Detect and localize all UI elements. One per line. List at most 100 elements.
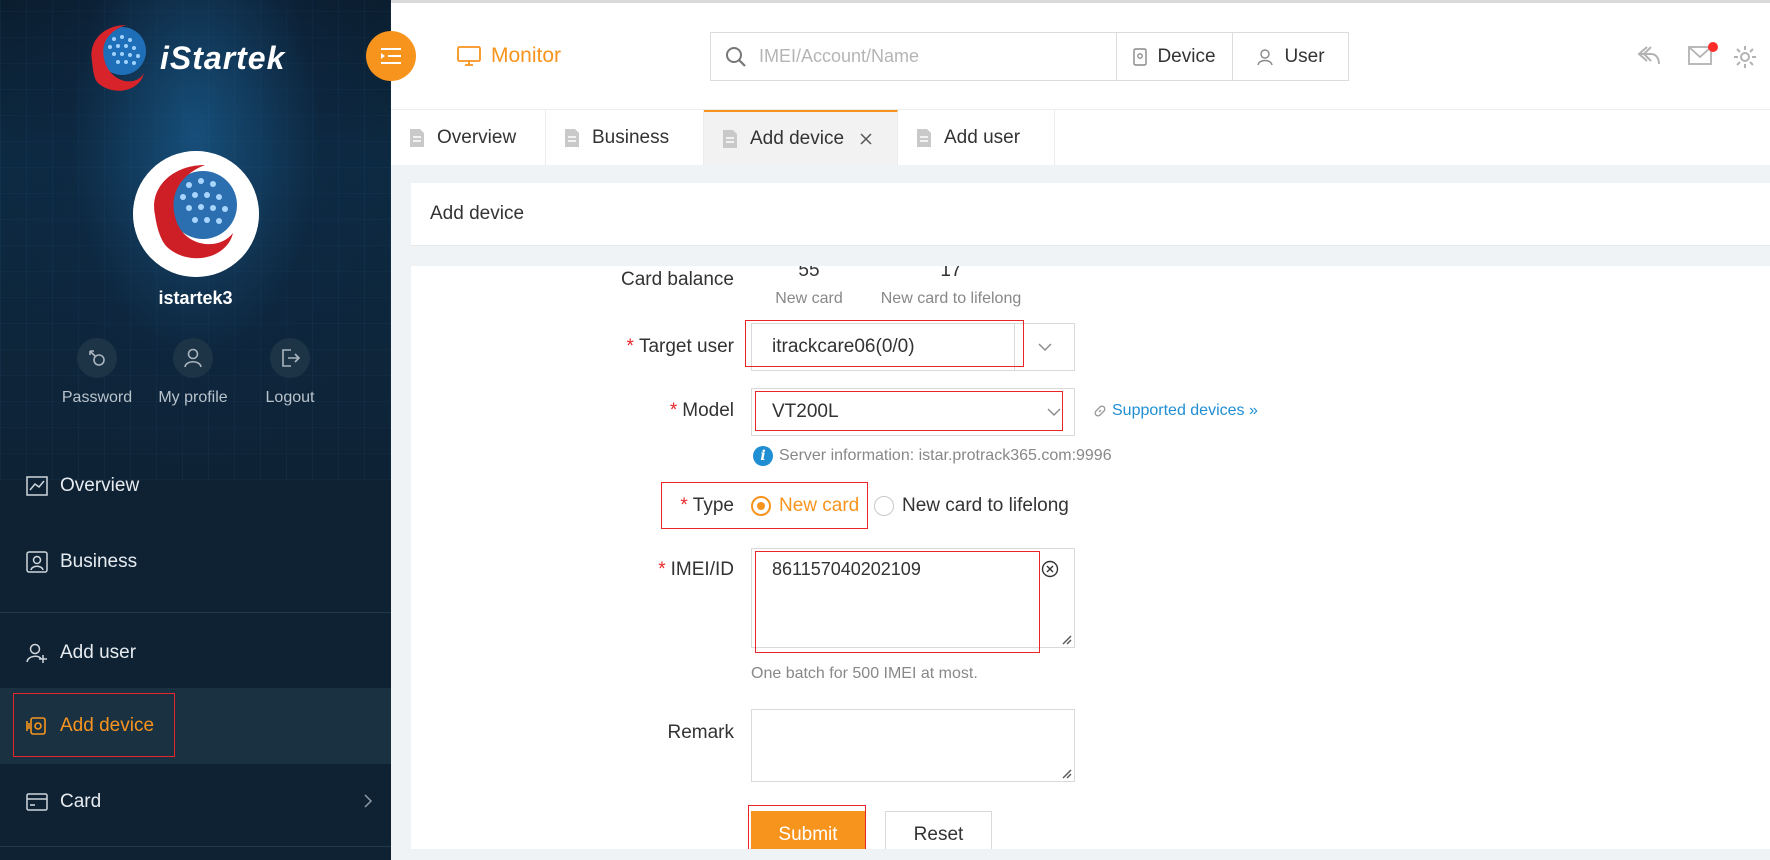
monitor-label: Monitor bbox=[491, 44, 562, 67]
logout-icon bbox=[270, 338, 310, 378]
supported-devices-link[interactable]: Supported devices » bbox=[1093, 402, 1258, 420]
mail-button[interactable] bbox=[1688, 42, 1718, 66]
nav-divider bbox=[0, 846, 391, 847]
chevron-right-icon bbox=[363, 792, 373, 813]
my-profile-label: My profile bbox=[158, 389, 228, 406]
sidebar-item-label: Overview bbox=[60, 475, 140, 496]
brand-name: iStartek bbox=[160, 39, 286, 76]
add-user-icon bbox=[26, 642, 48, 664]
tab-label: Add user bbox=[944, 127, 1021, 148]
search-input[interactable] bbox=[759, 46, 1099, 67]
remark-textarea[interactable] bbox=[751, 709, 1075, 782]
menu-icon bbox=[381, 48, 401, 64]
search-icon bbox=[726, 46, 746, 67]
monitor-link[interactable]: Monitor bbox=[457, 44, 561, 68]
tab-label: Business bbox=[592, 127, 670, 148]
type-radio-lifelong[interactable]: New card to lifelong bbox=[874, 495, 1069, 517]
balance-value: 55 bbox=[798, 266, 820, 281]
panel-title: Add device bbox=[411, 183, 1770, 246]
balance-new-card: 55 New card bbox=[754, 266, 864, 308]
business-icon bbox=[26, 551, 48, 573]
profile-icon bbox=[173, 338, 213, 378]
radio-label: New card to lifelong bbox=[902, 495, 1069, 516]
reset-button[interactable]: Reset bbox=[885, 811, 992, 849]
link-icon bbox=[1094, 405, 1106, 417]
avatar[interactable] bbox=[133, 151, 259, 277]
avatar-globe-icon bbox=[133, 151, 259, 277]
sidebar-item-business[interactable]: Business bbox=[0, 526, 391, 598]
target-user-label: * Target user bbox=[626, 336, 734, 357]
logout-label: Logout bbox=[265, 389, 315, 406]
balance-value: 17 bbox=[940, 266, 962, 281]
tab-business[interactable]: Business bbox=[546, 110, 704, 166]
close-icon[interactable] bbox=[860, 129, 872, 150]
sidebar-item-label: Business bbox=[60, 551, 138, 572]
highlight-box bbox=[755, 391, 1063, 431]
username: istartek3 bbox=[158, 288, 233, 308]
my-profile-action[interactable]: My profile bbox=[148, 338, 238, 407]
password-action[interactable]: Password bbox=[52, 338, 142, 407]
imei-label: * IMEI/ID bbox=[658, 559, 734, 580]
logout-action[interactable]: Logout bbox=[245, 338, 335, 407]
document-icon bbox=[916, 128, 932, 148]
sidebar-item-overview[interactable]: Overview bbox=[0, 450, 391, 522]
highlight-box bbox=[748, 805, 866, 849]
brand-logo[interactable]: iStartek bbox=[84, 18, 285, 98]
tab-add-user[interactable]: Add user bbox=[898, 110, 1055, 166]
document-icon bbox=[564, 128, 580, 148]
search-scope-device[interactable]: Device bbox=[1116, 33, 1232, 80]
search-field[interactable] bbox=[711, 33, 1116, 80]
menu-toggle-button[interactable] bbox=[366, 31, 416, 81]
gear-icon bbox=[1734, 46, 1756, 68]
search-scope-label: Device bbox=[1157, 45, 1216, 67]
monitor-icon bbox=[457, 46, 481, 66]
resize-grip-icon[interactable] bbox=[1060, 633, 1072, 645]
device-icon bbox=[1133, 47, 1148, 66]
model-label: * Model bbox=[669, 400, 734, 421]
settings-button[interactable] bbox=[1732, 44, 1758, 70]
info-icon: i bbox=[753, 446, 773, 466]
tab-label: Add device bbox=[750, 128, 845, 149]
balance-caption: New card to lifelong bbox=[880, 290, 1022, 307]
password-icon bbox=[77, 338, 117, 378]
tab-label: Overview bbox=[437, 127, 517, 148]
highlight-box bbox=[661, 482, 868, 529]
highlight-box bbox=[755, 551, 1040, 653]
reply-icon bbox=[1637, 46, 1660, 65]
resize-grip-icon[interactable] bbox=[1060, 767, 1072, 779]
supported-devices-text: Supported devices » bbox=[1112, 402, 1258, 419]
document-icon bbox=[722, 129, 738, 149]
balance-lifelong: 17 New card to lifelong bbox=[861, 266, 1041, 308]
server-info-text: Server information: istar.protrack365.co… bbox=[779, 447, 1112, 464]
nav-divider bbox=[0, 612, 391, 613]
sidebar-item-label: Card bbox=[60, 791, 102, 812]
card-balance-label: Card balance bbox=[620, 269, 734, 290]
search-scope-user[interactable]: User bbox=[1232, 33, 1348, 80]
search-box: Device User bbox=[710, 32, 1349, 81]
tab-add-device[interactable]: Add device bbox=[704, 110, 898, 166]
highlight-box bbox=[745, 320, 1024, 367]
chart-icon bbox=[26, 475, 48, 497]
password-label: Password bbox=[61, 389, 133, 406]
globe-logo-icon bbox=[91, 25, 146, 91]
back-button[interactable] bbox=[1637, 44, 1661, 66]
clear-button[interactable] bbox=[1041, 560, 1059, 583]
add-device-form: Card balance 55 New card 17 New card to … bbox=[411, 266, 1770, 849]
unread-dot bbox=[1708, 42, 1718, 52]
tab-overview[interactable]: Overview bbox=[391, 110, 546, 166]
user-icon bbox=[1256, 48, 1274, 66]
sidebar: iStartek istartek3 Password My profile L… bbox=[0, 0, 391, 860]
server-info: i Server information: istar.protrack365.… bbox=[753, 446, 1112, 466]
document-icon bbox=[409, 128, 425, 148]
highlight-box bbox=[13, 693, 175, 757]
remark-label: Remark bbox=[667, 722, 734, 743]
search-scope-label: User bbox=[1284, 45, 1325, 67]
imei-hint: One batch for 500 IMEI at most. bbox=[751, 665, 978, 682]
sidebar-item-label: Add user bbox=[60, 642, 137, 663]
tab-bar: Overview Business Add device Add user bbox=[391, 109, 1770, 166]
clear-circle-icon bbox=[1041, 560, 1059, 578]
top-border bbox=[391, 0, 1770, 3]
sidebar-item-card[interactable]: Card bbox=[0, 766, 391, 838]
card-icon bbox=[26, 791, 48, 813]
sidebar-item-add-user[interactable]: Add user bbox=[0, 617, 391, 689]
